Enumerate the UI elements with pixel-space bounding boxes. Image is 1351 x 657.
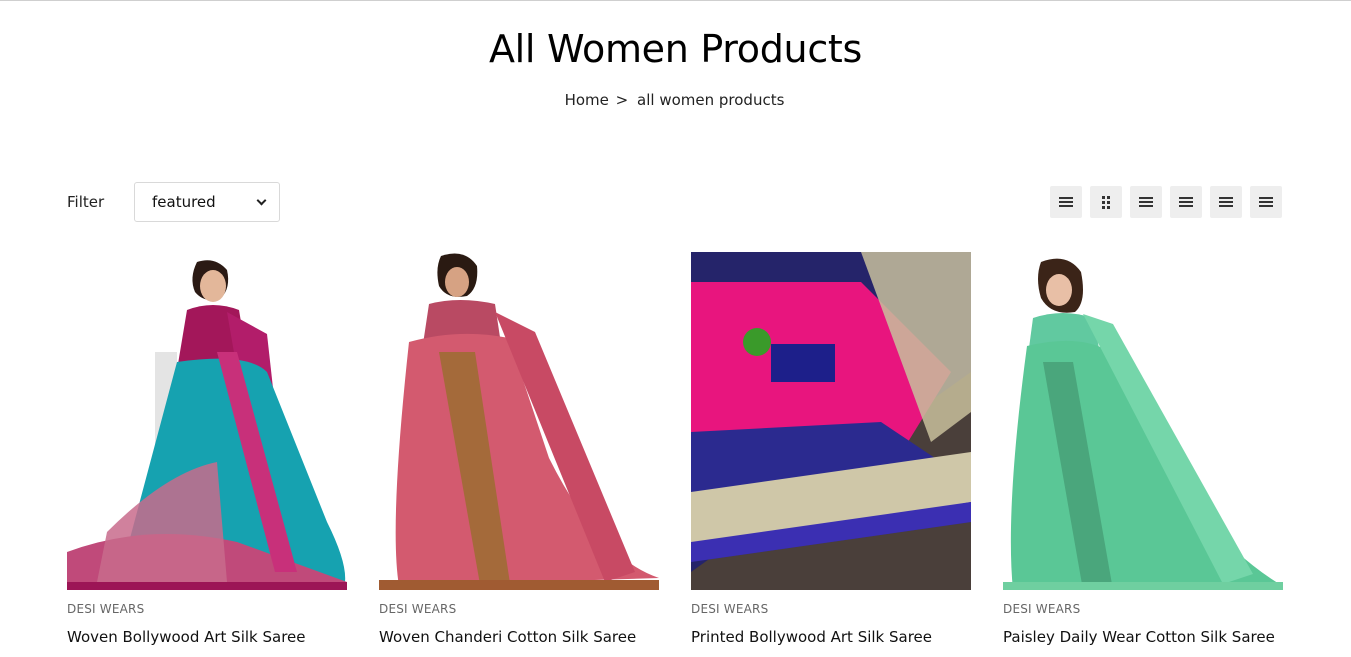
grid-3-icon <box>1139 197 1153 207</box>
grid-4-icon <box>1179 197 1193 207</box>
product-card[interactable]: DESI WEARS Paisley Daily Wear Cotton Sil… <box>1003 252 1283 646</box>
sort-select[interactable]: featured <box>134 182 280 222</box>
product-image[interactable] <box>1003 252 1283 590</box>
sort-selected-value: featured <box>152 193 216 211</box>
product-brand: DESI WEARS <box>1003 602 1081 616</box>
view-grid-4-button[interactable] <box>1170 186 1202 218</box>
product-name[interactable]: Paisley Daily Wear Cotton Silk Saree <box>1003 628 1283 646</box>
page-title: All Women Products <box>488 27 863 71</box>
product-image[interactable] <box>691 252 971 590</box>
grid-6-icon <box>1259 197 1273 207</box>
view-list-button[interactable] <box>1050 186 1082 218</box>
filter-label[interactable]: Filter <box>67 193 104 211</box>
product-brand: DESI WEARS <box>67 602 145 616</box>
product-image[interactable] <box>67 252 347 590</box>
product-card[interactable]: DESI WEARS Woven Bollywood Art Silk Sare… <box>67 252 347 646</box>
chevron-down-icon <box>256 195 267 205</box>
view-mode-buttons <box>1050 186 1282 218</box>
product-name[interactable]: Woven Chanderi Cotton Silk Saree <box>379 628 659 646</box>
product-brand: DESI WEARS <box>379 602 457 616</box>
view-grid-2-button[interactable] <box>1090 186 1122 218</box>
breadcrumb-current: all women products <box>637 91 785 109</box>
view-grid-3-button[interactable] <box>1130 186 1162 218</box>
product-name[interactable]: Printed Bollywood Art Silk Saree <box>691 628 971 646</box>
grid-2-icon <box>1102 195 1110 209</box>
breadcrumb-separator: > <box>615 91 629 109</box>
view-grid-6-button[interactable] <box>1250 186 1282 218</box>
breadcrumb: Home > all women products <box>0 91 1351 109</box>
list-icon <box>1059 197 1073 207</box>
product-card[interactable]: DESI WEARS Printed Bollywood Art Silk Sa… <box>691 252 971 646</box>
product-card[interactable]: DESI WEARS Woven Chanderi Cotton Silk Sa… <box>379 252 659 646</box>
breadcrumb-home-link[interactable]: Home <box>565 91 609 109</box>
product-image[interactable] <box>379 252 659 590</box>
view-grid-5-button[interactable] <box>1210 186 1242 218</box>
grid-5-icon <box>1219 197 1233 207</box>
product-grid: DESI WEARS Woven Bollywood Art Silk Sare… <box>67 252 1283 646</box>
product-name[interactable]: Woven Bollywood Art Silk Saree <box>67 628 347 646</box>
product-brand: DESI WEARS <box>691 602 769 616</box>
